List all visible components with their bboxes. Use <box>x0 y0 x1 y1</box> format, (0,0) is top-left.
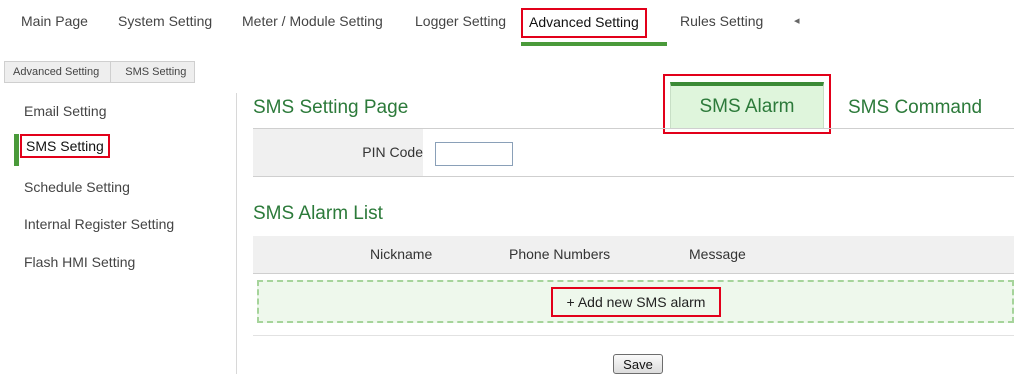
save-button[interactable]: Save <box>613 354 663 374</box>
nav-main-page[interactable]: Main Page <box>21 13 88 29</box>
pin-code-input[interactable] <box>435 142 513 166</box>
add-new-sms-alarm-button[interactable]: + Add new SMS alarm <box>555 290 717 314</box>
sidebar-item-internal-register-setting[interactable]: Internal Register Setting <box>24 216 174 232</box>
tab-sms-alarm[interactable]: SMS Alarm <box>670 82 824 128</box>
pin-code-label: PIN Code <box>362 144 423 160</box>
sidebar-item-flash-hmi-setting[interactable]: Flash HMI Setting <box>24 254 135 270</box>
table-header: Nickname Phone Numbers Message <box>253 236 1014 274</box>
nav-advanced-setting[interactable]: Advanced Setting <box>521 8 647 38</box>
nav-logger-setting[interactable]: Logger Setting <box>415 13 506 29</box>
sidebar-item-email-setting[interactable]: Email Setting <box>24 103 106 119</box>
page-title: SMS Setting Page <box>253 97 409 118</box>
sidebar-item-schedule-setting[interactable]: Schedule Setting <box>24 179 130 195</box>
pin-code-row: PIN Code <box>253 129 1014 177</box>
sidebar-active-marker <box>14 134 19 166</box>
nav-scroll-left-icon[interactable]: ◂ <box>794 14 800 27</box>
breadcrumb: Advanced Setting SMS Setting <box>4 61 196 83</box>
tab-sms-command[interactable]: SMS Command <box>848 97 982 119</box>
pin-code-label-cell: PIN Code <box>253 129 423 176</box>
column-header-nickname: Nickname <box>370 246 433 262</box>
sidebar-item-sms-setting[interactable]: SMS Setting <box>20 134 110 158</box>
sidebar-divider <box>236 93 237 374</box>
nav-rules-setting[interactable]: Rules Setting <box>680 13 763 29</box>
nav-system-setting[interactable]: System Setting <box>118 13 212 29</box>
column-header-message: Message <box>689 246 746 262</box>
top-navigation: Main Page System Setting Meter / Module … <box>0 0 1014 46</box>
active-nav-underline <box>521 42 667 46</box>
sms-alarm-list-title: SMS Alarm List <box>253 203 383 224</box>
breadcrumb-sms-setting[interactable]: SMS Setting <box>110 61 196 83</box>
list-bottom-divider <box>253 335 1014 336</box>
column-header-phone-numbers: Phone Numbers <box>509 246 611 262</box>
breadcrumb-advanced-setting[interactable]: Advanced Setting <box>4 61 113 83</box>
nav-meter-module-setting[interactable]: Meter / Module Setting <box>242 13 383 29</box>
